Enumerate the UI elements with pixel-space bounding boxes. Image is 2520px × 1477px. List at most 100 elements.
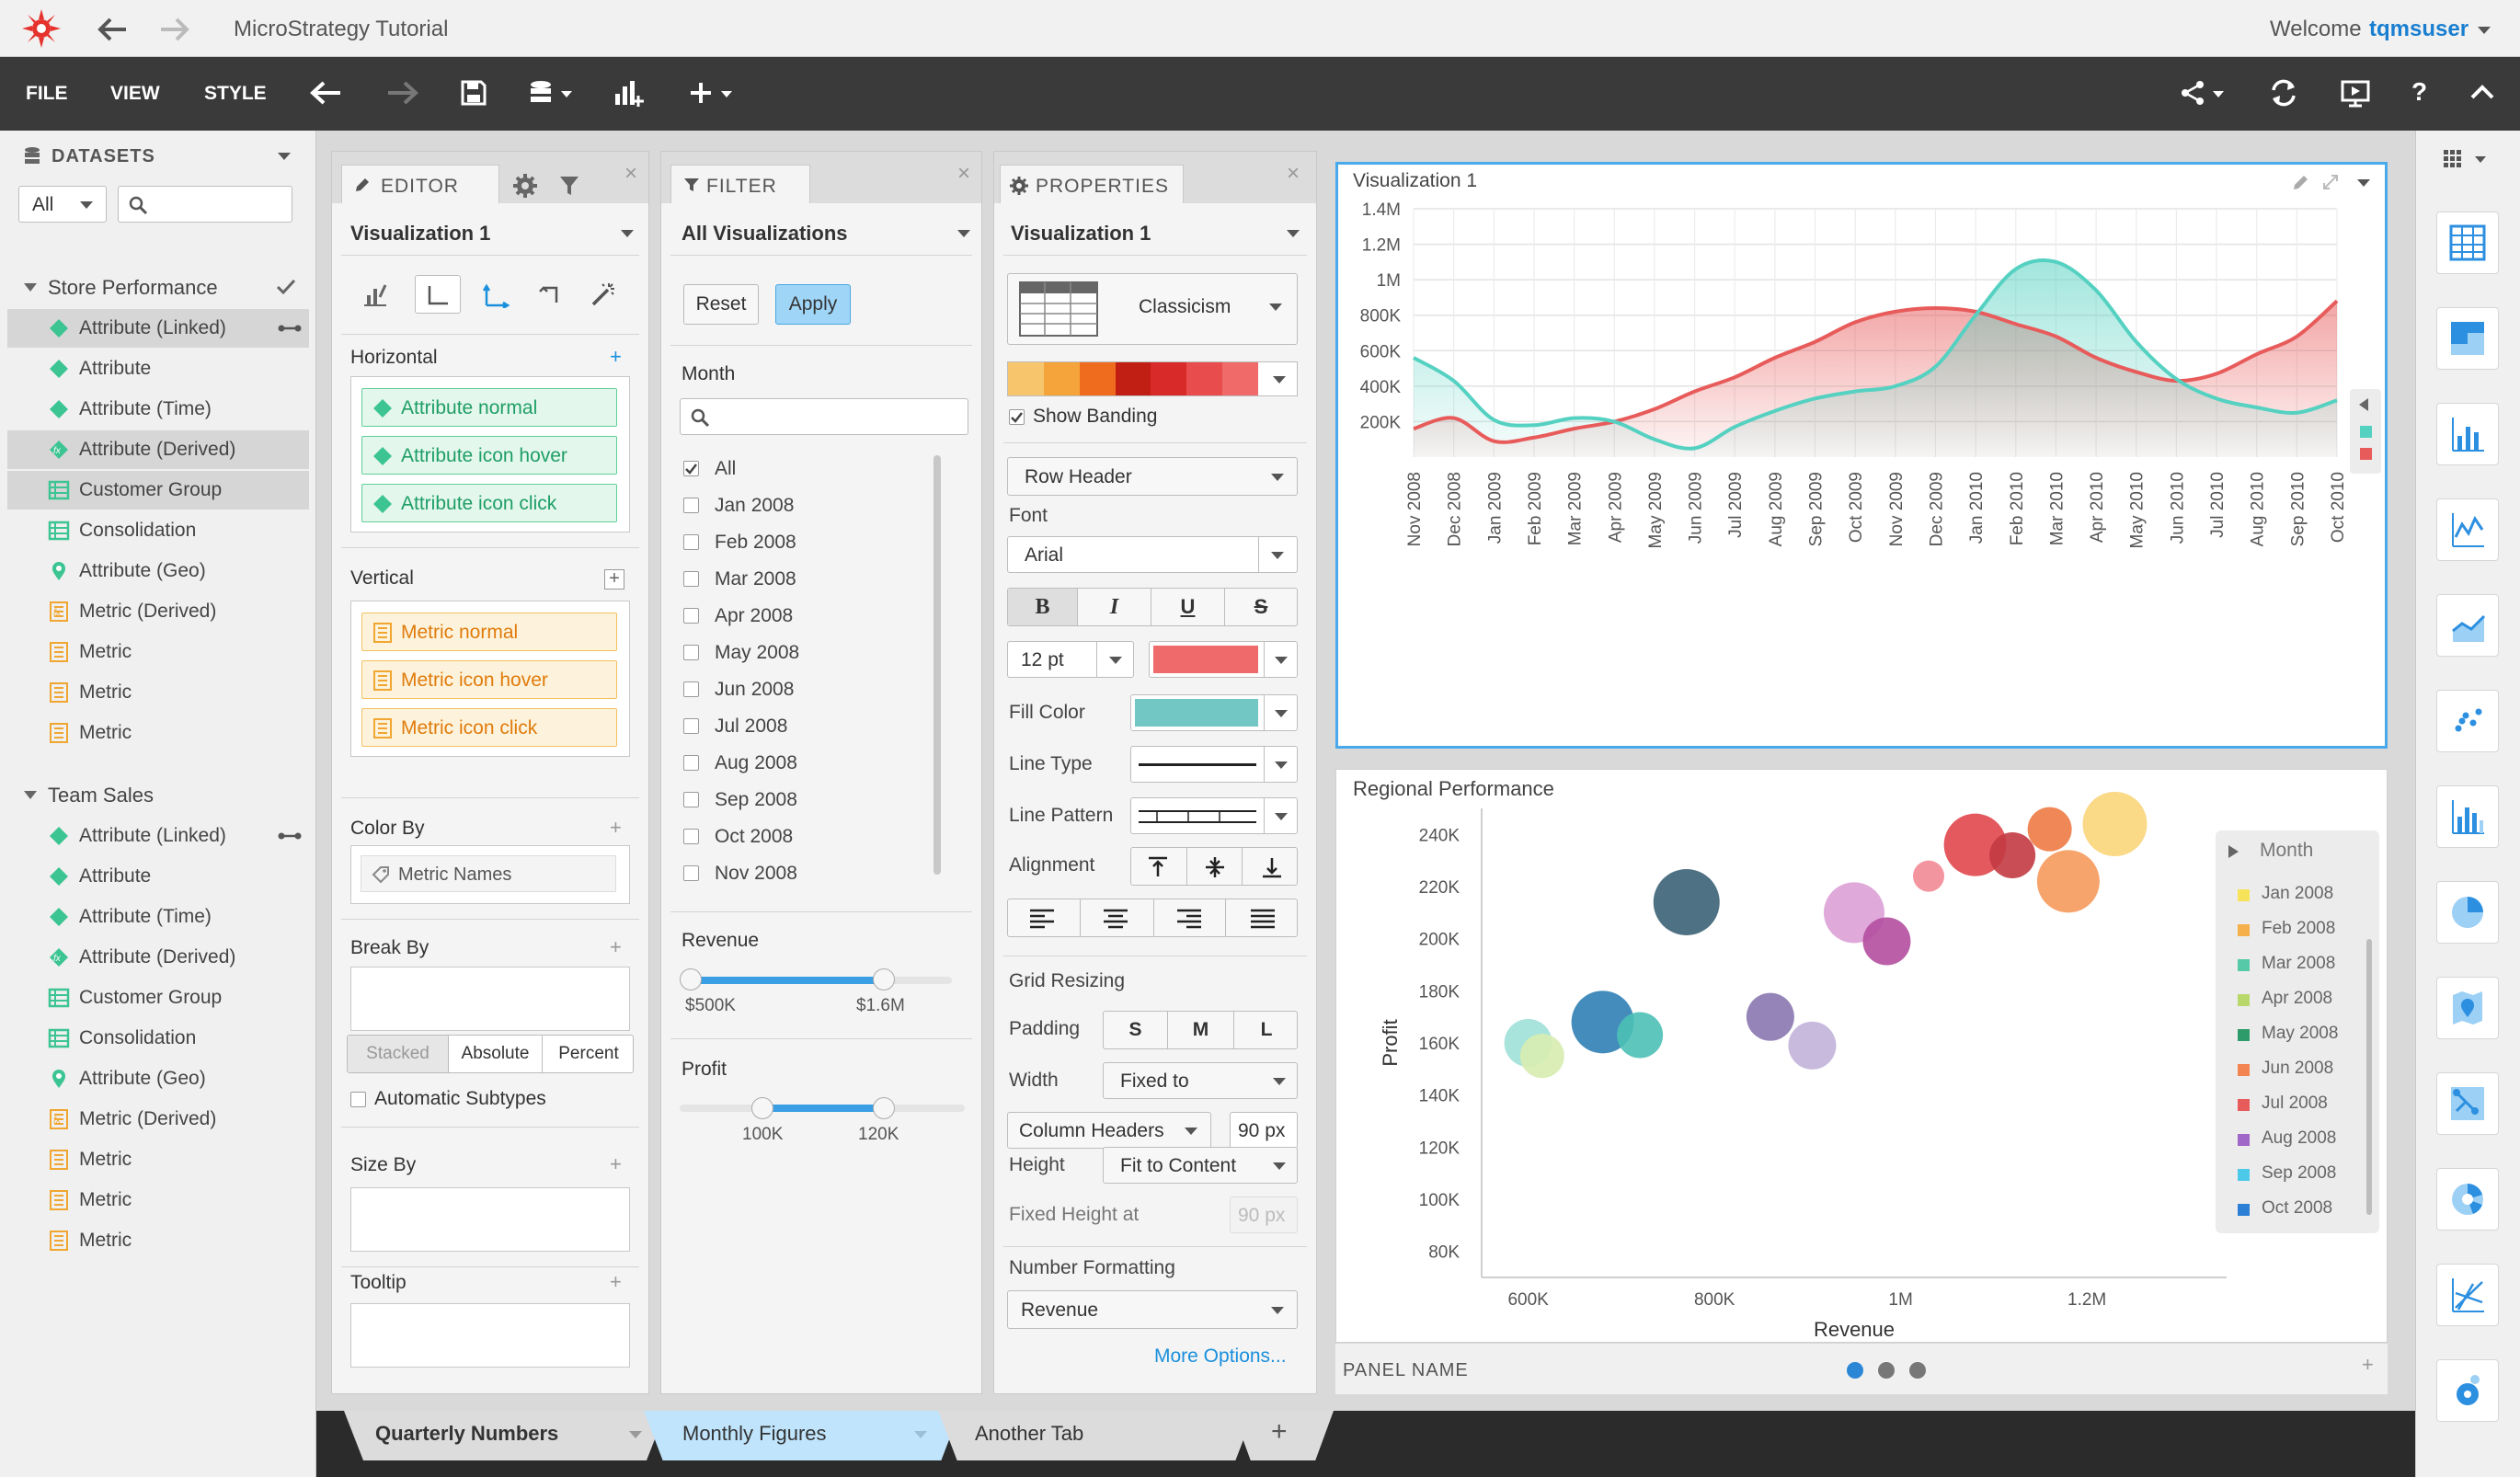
dataset-group[interactable]: Team Sales (0, 776, 315, 813)
dataset-object-item[interactable]: Customer Group (7, 471, 309, 510)
close-icon[interactable]: × (624, 161, 637, 187)
dataset-object-item[interactable]: Metric (7, 1140, 309, 1179)
scatter-gallery-button[interactable] (2436, 690, 2499, 752)
user-menu-chevron-icon[interactable] (2478, 27, 2491, 34)
metric-drop-item[interactable]: Metric normal (361, 613, 617, 651)
stacked-option[interactable]: Stacked (348, 1036, 449, 1072)
padding-large-option[interactable]: L (1234, 1012, 1299, 1048)
menu-view[interactable]: VIEW (110, 83, 160, 105)
chevron-down-icon[interactable] (957, 230, 970, 237)
bubble[interactable] (1788, 1021, 1837, 1070)
dataset-object-item[interactable]: Attribute (7, 349, 309, 388)
month-filter-item[interactable]: All (680, 453, 922, 487)
month-filter-item[interactable]: Mar 2008 (680, 564, 922, 597)
dataset-object-item[interactable]: Metric (7, 714, 309, 752)
datasets-menu-chevron-icon[interactable] (278, 153, 291, 160)
filter-icon[interactable] (547, 170, 591, 201)
bubble[interactable] (1519, 1034, 1564, 1079)
editor-viz-selector[interactable]: Visualization 1 (350, 222, 490, 246)
legend-entry[interactable]: Jul 2008 (2262, 1093, 2328, 1114)
add-break-by-icon[interactable]: + (610, 935, 622, 959)
month-filter-item[interactable]: Sep 2008 (680, 784, 922, 818)
dataset-object-item[interactable]: Attribute (7, 857, 309, 896)
chevron-down-icon[interactable] (629, 1431, 642, 1438)
align-center-icon[interactable] (1102, 908, 1129, 930)
width-mode-dropdown[interactable]: Fixed to (1103, 1062, 1298, 1099)
legend-entry[interactable]: Sep 2008 (2262, 1163, 2336, 1184)
add-visualization-icon[interactable] (613, 77, 646, 109)
dataset-search-input[interactable] (118, 186, 292, 223)
bubble[interactable] (1913, 860, 1944, 892)
month-filter-item[interactable]: Jun 2008 (680, 674, 922, 707)
axis-toggle-button[interactable] (415, 275, 461, 314)
attribute-drop-item[interactable]: Attribute icon click (361, 484, 617, 522)
month-checkbox[interactable] (683, 755, 699, 771)
italic-button[interactable]: I (1078, 589, 1151, 625)
padding-medium-option[interactable]: M (1168, 1012, 1234, 1048)
dataset-object-item[interactable]: Attribute (Linked) (7, 817, 309, 855)
add-data-icon[interactable] (528, 79, 576, 107)
swap-axes-icon[interactable] (483, 282, 510, 308)
color-palette-selector[interactable] (1007, 361, 1298, 396)
month-checkbox[interactable] (683, 461, 699, 476)
undo-icon[interactable] (309, 79, 344, 107)
bubble[interactable] (2036, 850, 2100, 913)
bubble-chart-gallery-button[interactable] (2436, 785, 2499, 848)
dataset-object-item[interactable]: Attribute (Geo) (7, 552, 309, 590)
collapse-toolbar-icon[interactable] (2468, 81, 2496, 103)
tab-monthly-figures[interactable]: Monthly Figures (644, 1411, 960, 1460)
month-checkbox[interactable] (683, 571, 699, 587)
properties-viz-selector[interactable]: Visualization 1 (1011, 222, 1151, 246)
break-by-dropzone[interactable] (350, 967, 630, 1031)
align-right-icon[interactable] (1175, 908, 1203, 930)
gear-icon[interactable] (503, 170, 547, 201)
graph-matrix-gallery-button[interactable] (2436, 1264, 2499, 1326)
legend-scrollbar[interactable] (2366, 939, 2372, 1215)
profit-slider-min-handle[interactable] (751, 1097, 773, 1119)
sunburst-gallery-button[interactable] (2436, 1168, 2499, 1231)
month-checkbox[interactable] (683, 792, 699, 807)
percent-option[interactable]: Percent (543, 1036, 633, 1072)
close-icon[interactable]: × (957, 161, 970, 187)
bubble[interactable] (1862, 917, 1911, 966)
insert-icon[interactable] (688, 79, 736, 107)
dataset-object-item[interactable]: Attribute (Time) (7, 390, 309, 429)
user-menu[interactable]: tqmsuser (2369, 17, 2468, 42)
dataset-object-item[interactable]: Attribute (Linked) (7, 309, 309, 348)
month-checkbox[interactable] (683, 865, 699, 881)
column-width-input[interactable]: 90 px (1230, 1112, 1298, 1149)
bubble[interactable] (1617, 1012, 1664, 1059)
month-filter-item[interactable]: Feb 2008 (680, 527, 922, 560)
legend-entry[interactable]: Aug 2008 (2262, 1128, 2336, 1149)
legend-entry[interactable]: Mar 2008 (2262, 954, 2335, 974)
dataset-object-item[interactable]: Customer Group (7, 979, 309, 1017)
collapse-group-icon[interactable] (24, 283, 37, 292)
revenue-slider-max-handle[interactable] (873, 968, 895, 990)
attribute-drop-item[interactable]: Attribute icon hover (361, 436, 617, 475)
forward-arrow-icon[interactable] (158, 17, 189, 42)
legend-entry[interactable]: Jun 2008 (2262, 1059, 2333, 1079)
month-checkbox[interactable] (683, 829, 699, 844)
panel-page-dot[interactable] (1878, 1362, 1895, 1379)
height-mode-dropdown[interactable]: Fit to Content (1103, 1147, 1298, 1184)
dataset-object-item[interactable]: Metric (7, 1181, 309, 1219)
bubble[interactable] (1989, 832, 2036, 878)
row-header-dropdown[interactable]: Row Header (1007, 457, 1298, 496)
legend-entry[interactable]: Apr 2008 (2262, 989, 2332, 1009)
properties-tab[interactable]: PROPERTIES (1000, 165, 1184, 203)
fill-color-picker[interactable] (1130, 694, 1298, 731)
tooltip-dropzone[interactable] (350, 1303, 630, 1368)
dataset-object-item[interactable]: Metric (7, 673, 309, 712)
color-by-item[interactable]: Metric Names (361, 855, 616, 892)
add-color-by-icon[interactable]: + (610, 816, 622, 840)
help-icon[interactable]: ? (2411, 77, 2427, 107)
metric-drop-item[interactable]: Metric icon hover (361, 660, 617, 699)
regional-performance-panel[interactable]: Regional Performance 80K 100K 120K 140K 160K… (1335, 769, 2388, 1343)
legend-entry[interactable]: Jan 2008 (2262, 884, 2333, 904)
bubble[interactable] (2082, 792, 2148, 856)
dataset-object-item[interactable]: fx Attribute (Derived) (7, 430, 309, 469)
font-color-picker[interactable] (1149, 641, 1298, 678)
magic-wand-icon[interactable] (590, 281, 617, 308)
dataset-object-item[interactable]: fx Metric (Derived) (7, 592, 309, 631)
refresh-icon[interactable] (2268, 77, 2299, 109)
